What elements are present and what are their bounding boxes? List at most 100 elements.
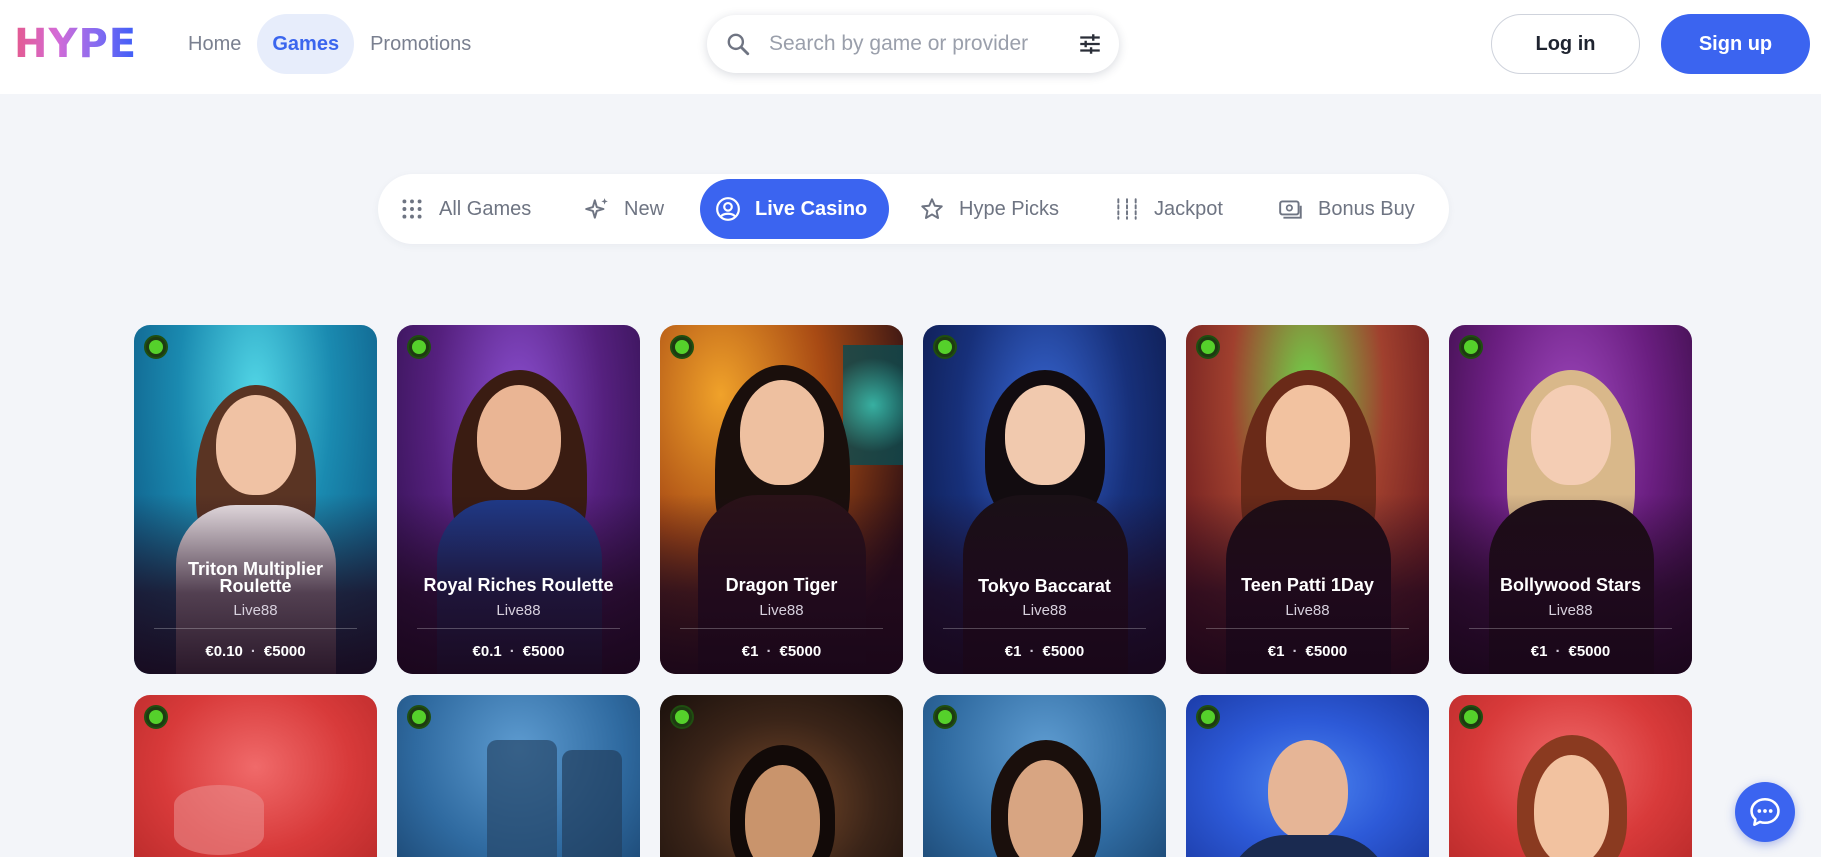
game-card[interactable] <box>1186 695 1429 857</box>
bet-limits: €0.1 · €5000 <box>472 643 565 660</box>
nav-home[interactable]: Home <box>176 14 253 74</box>
bet-limits: €0.10 · €5000 <box>205 643 306 660</box>
bet-max: €5000 <box>1305 643 1348 660</box>
search-input[interactable] <box>769 15 1069 73</box>
tab-hype-picks[interactable]: Hype Picks <box>919 179 1059 239</box>
game-provider: Live88 <box>233 602 278 619</box>
bet-min: €1 <box>741 643 759 660</box>
live-indicator-icon <box>1459 335 1483 359</box>
top-header: HYPE Home Games Promotions Log in Sign u… <box>0 0 1821 94</box>
live-indicator-icon <box>144 335 168 359</box>
card-divider <box>680 628 883 629</box>
tab-label: New <box>624 197 665 220</box>
tab-new[interactable]: New <box>584 179 664 239</box>
live-indicator-icon <box>407 705 431 729</box>
card-artwork <box>923 695 1166 857</box>
game-card[interactable]: Tokyo Baccarat Live88 €1 · €5000 <box>923 325 1166 674</box>
nav-promotions[interactable]: Promotions <box>358 14 483 74</box>
game-card[interactable]: Triton Multiplier Roulette Live88 €0.10 ·… <box>134 325 377 674</box>
game-provider: Live88 <box>1022 602 1067 619</box>
game-provider: Live88 <box>1548 602 1593 619</box>
game-provider: Live88 <box>496 602 541 619</box>
bet-min: €0.1 <box>472 643 502 660</box>
bet-min: €0.10 <box>205 643 243 660</box>
card-divider <box>417 628 620 629</box>
game-title: Teen Patti 1Day <box>1241 575 1374 595</box>
game-card[interactable] <box>134 695 377 857</box>
bet-max: €5000 <box>1568 643 1611 660</box>
tab-label: All Games <box>439 197 532 220</box>
game-title: Triton Multiplier Roulette <box>146 560 365 596</box>
grid-icon <box>402 199 422 219</box>
card-artwork <box>1186 695 1429 857</box>
tab-live-casino[interactable]: Live Casino <box>700 179 890 239</box>
search-icon <box>727 33 750 56</box>
live-indicator-icon <box>933 335 957 359</box>
sparkle-icon <box>585 198 608 219</box>
sliders-icon <box>1117 198 1137 220</box>
chat-bubble-icon <box>1750 797 1780 827</box>
live-indicator-icon <box>1459 705 1483 729</box>
bet-limits: €1 · €5000 <box>1004 643 1085 660</box>
game-card[interactable] <box>397 695 640 857</box>
game-provider: Live88 <box>1285 602 1330 619</box>
login-button[interactable]: Log in <box>1491 14 1640 74</box>
game-card[interactable] <box>923 695 1166 857</box>
card-divider <box>154 628 357 629</box>
game-card[interactable]: Royal Riches Roulette Live88 €0.1 · €5000 <box>397 325 640 674</box>
bet-min: €1 <box>1004 643 1022 660</box>
card-artwork <box>397 695 640 857</box>
category-tabs: All Games New Live Casino Hype Picks Jac… <box>378 174 1449 244</box>
filter-icon[interactable] <box>1077 31 1103 57</box>
card-divider <box>1206 628 1409 629</box>
bet-max: €5000 <box>779 643 822 660</box>
bet-limits: €1 · €5000 <box>1530 643 1611 660</box>
search-bar <box>707 15 1119 73</box>
bet-limits: €1 · €5000 <box>741 643 822 660</box>
live-indicator-icon <box>670 705 694 729</box>
tab-jackpot[interactable]: Jackpot <box>1114 179 1223 239</box>
cash-icon <box>1279 200 1302 219</box>
live-indicator-icon <box>1196 335 1220 359</box>
main-nav: Home Games Promotions <box>176 14 483 74</box>
live-indicator-icon <box>407 335 431 359</box>
game-title: Royal Riches Roulette <box>423 575 614 595</box>
game-title: Bollywood Stars <box>1499 575 1642 595</box>
bet-min: €1 <box>1267 643 1285 660</box>
card-artwork <box>134 695 377 857</box>
game-title: Dragon Tiger <box>725 575 838 595</box>
game-title: Tokyo Baccarat <box>978 576 1111 596</box>
live-indicator-icon <box>670 335 694 359</box>
card-divider <box>1469 628 1672 629</box>
star-icon <box>921 198 943 219</box>
game-card[interactable] <box>660 695 903 857</box>
live-indicator-icon <box>144 705 168 729</box>
game-card[interactable]: Dragon Tiger Live88 €1 · €5000 <box>660 325 903 674</box>
live-indicator-icon <box>1196 705 1220 729</box>
chat-button[interactable] <box>1735 782 1795 842</box>
game-card[interactable]: Teen Patti 1Day Live88 €1 · €5000 <box>1186 325 1429 674</box>
game-provider: Live88 <box>759 602 804 619</box>
signup-button[interactable]: Sign up <box>1661 14 1810 74</box>
tab-label: Hype Picks <box>959 197 1060 220</box>
game-title-line: Roulette <box>219 576 292 596</box>
game-card[interactable]: Bollywood Stars Live88 €1 · €5000 <box>1449 325 1692 674</box>
bet-max: €5000 <box>1042 643 1085 660</box>
bet-min: €1 <box>1530 643 1548 660</box>
nav-games[interactable]: Games <box>257 14 355 74</box>
bet-max: €5000 <box>522 643 565 660</box>
bet-limits: €1 · €5000 <box>1267 643 1348 660</box>
tab-label: Live Casino <box>755 197 868 220</box>
tab-bonus-buy[interactable]: Bonus Buy <box>1278 179 1415 239</box>
card-artwork <box>660 695 903 857</box>
tab-label: Bonus Buy <box>1318 197 1415 220</box>
tab-all-games[interactable]: All Games <box>399 179 531 239</box>
tab-label: Jackpot <box>1154 197 1223 220</box>
game-card[interactable] <box>1449 695 1692 857</box>
hype-logo[interactable]: HYPE <box>14 22 137 66</box>
user-circle-icon <box>716 197 740 221</box>
card-artwork <box>1449 695 1692 857</box>
live-indicator-icon <box>933 705 957 729</box>
card-divider <box>943 628 1146 629</box>
bet-max: €5000 <box>263 643 306 660</box>
